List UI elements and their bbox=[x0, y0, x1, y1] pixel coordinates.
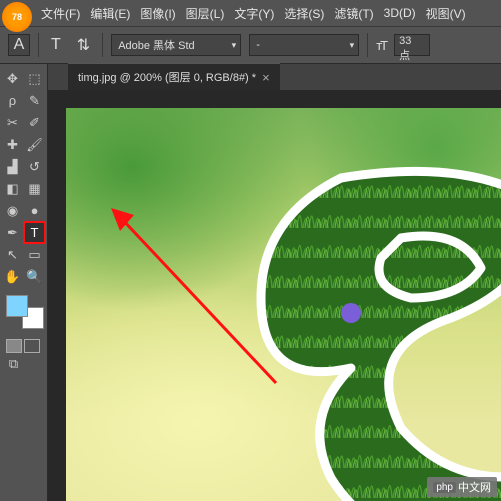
divider bbox=[367, 33, 368, 57]
crop-tool[interactable]: ✂ bbox=[2, 112, 23, 133]
dodge-tool[interactable]: ● bbox=[24, 200, 45, 221]
canvas-viewport[interactable]: php 中文网 bbox=[48, 90, 501, 501]
menu-view[interactable]: 视图(V) bbox=[421, 5, 471, 22]
tools-panel: ✥⬚ρ✎✂✐✚🖌▟↺◧▦◉●✒T↖▭✋🔍 ⧉ bbox=[0, 64, 48, 501]
close-icon[interactable]: × bbox=[262, 70, 270, 85]
foreground-color-swatch[interactable] bbox=[6, 295, 28, 317]
menu-select[interactable]: 选择(S) bbox=[279, 5, 329, 22]
gradient-tool[interactable]: ▦ bbox=[24, 178, 45, 199]
document-tab[interactable]: timg.jpg @ 200% (图层 0, RGB/8#) * × bbox=[68, 63, 280, 90]
menu-image[interactable]: 图像(I) bbox=[135, 5, 180, 22]
menu-3d[interactable]: 3D(D) bbox=[379, 6, 421, 20]
eyedropper-tool[interactable]: ✐ bbox=[24, 112, 45, 133]
canvas[interactable] bbox=[66, 108, 501, 501]
artwork-grass-glyph bbox=[201, 138, 501, 501]
history-brush-tool[interactable]: ↺ bbox=[24, 156, 45, 177]
menu-file[interactable]: 文件(F) bbox=[36, 5, 85, 22]
app-logo: 78 bbox=[2, 2, 32, 32]
shape-tool[interactable]: ▭ bbox=[24, 244, 45, 265]
font-style-dropdown[interactable]: - bbox=[249, 34, 359, 56]
tool-preset-icon[interactable]: A bbox=[8, 34, 30, 56]
divider bbox=[102, 33, 103, 57]
healing-tool[interactable]: ✚ bbox=[2, 134, 23, 155]
brush-tool[interactable]: 🖌 bbox=[24, 134, 45, 155]
menu-filter[interactable]: 滤镜(T) bbox=[329, 5, 378, 22]
watermark-prefix: php bbox=[433, 482, 456, 493]
screen-mode-icon[interactable]: ⧉ bbox=[3, 353, 24, 374]
type-tool[interactable]: T bbox=[24, 222, 45, 243]
text-direction-toggle-icon[interactable]: ⇅ bbox=[73, 35, 94, 55]
pen-tool[interactable]: ✒ bbox=[2, 222, 23, 243]
tab-label: timg.jpg @ 200% (图层 0, RGB/8#) * bbox=[78, 69, 256, 85]
marquee-tool[interactable]: ⬚ bbox=[24, 68, 45, 89]
workspace: ✥⬚ρ✎✂✐✚🖌▟↺◧▦◉●✒T↖▭✋🔍 ⧉ timg.jpg @ 200% (… bbox=[0, 64, 501, 501]
move-tool[interactable]: ✥ bbox=[2, 68, 23, 89]
quick-mask-icon[interactable] bbox=[6, 339, 45, 353]
font-size-input[interactable]: 33 点 bbox=[394, 34, 430, 56]
quick-select-tool[interactable]: ✎ bbox=[24, 90, 45, 111]
text-orientation-icon[interactable]: T bbox=[47, 36, 65, 54]
hand-tool[interactable]: ✋ bbox=[2, 266, 23, 287]
tab-strip: timg.jpg @ 200% (图层 0, RGB/8#) * × bbox=[48, 64, 501, 90]
document-area: timg.jpg @ 200% (图层 0, RGB/8#) * × bbox=[48, 64, 501, 501]
menu-edit[interactable]: 编辑(E) bbox=[85, 5, 135, 22]
font-family-dropdown[interactable]: Adobe 黑体 Std bbox=[111, 34, 241, 56]
options-bar: A T ⇅ Adobe 黑体 Std - тT 33 点 bbox=[0, 26, 501, 64]
menu-type[interactable]: 文字(Y) bbox=[229, 5, 279, 22]
watermark: php 中文网 bbox=[427, 477, 497, 497]
flower-decoration bbox=[341, 303, 361, 323]
font-size-icon: тT bbox=[376, 38, 386, 53]
watermark-text: 中文网 bbox=[458, 479, 491, 495]
stamp-tool[interactable]: ▟ bbox=[2, 156, 23, 177]
path-select-tool[interactable]: ↖ bbox=[2, 244, 23, 265]
menu-bar: 文件(F) 编辑(E) 图像(I) 图层(L) 文字(Y) 选择(S) 滤镜(T… bbox=[0, 0, 501, 26]
divider bbox=[38, 33, 39, 57]
eraser-tool[interactable]: ◧ bbox=[2, 178, 23, 199]
color-swatches[interactable] bbox=[6, 295, 46, 335]
lasso-tool[interactable]: ρ bbox=[2, 90, 23, 111]
zoom-tool[interactable]: 🔍 bbox=[24, 266, 45, 287]
menu-layer[interactable]: 图层(L) bbox=[181, 5, 230, 22]
blur-tool[interactable]: ◉ bbox=[2, 200, 23, 221]
